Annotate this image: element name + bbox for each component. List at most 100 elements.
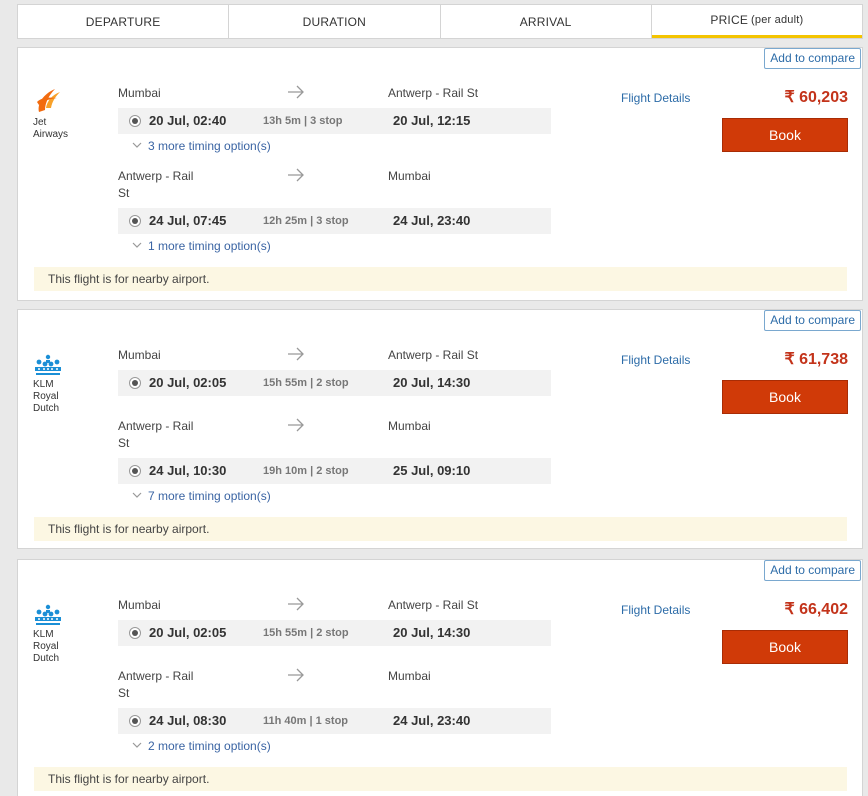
arrival-time: 20 Jul, 12:15 <box>393 113 471 128</box>
inbound-route: Antwerp - Rail St Mumbai <box>118 418 558 450</box>
flight-result-card: Add to compare KLM Royal Dutch Mumbai An… <box>17 559 863 796</box>
airline-name-line: KLM <box>33 379 54 390</box>
book-button[interactable]: Book <box>722 380 848 414</box>
airline-name-line: Royal <box>33 641 59 652</box>
flight-result-card: Add to compare Jet Airways Mumbai Antwer… <box>17 47 863 301</box>
inbound-route: Antwerp - Rail St Mumbai <box>118 168 558 200</box>
nearby-airport-notice: This flight is for nearby airport. <box>34 267 847 291</box>
sort-tab-label: ARRIVAL <box>519 14 572 29</box>
outbound-flight-row[interactable]: 20 Jul, 02:05 15h 55m | 2 stop 20 Jul, 1… <box>118 620 551 646</box>
duration-stops: 12h 25m | 3 stop <box>263 215 349 227</box>
arrow-right-icon <box>288 597 304 611</box>
departure-time: 24 Jul, 07:45 <box>149 213 227 228</box>
nearby-airport-notice: This flight is for nearby airport. <box>34 767 847 791</box>
arrow-right-icon <box>288 168 304 182</box>
outbound-flight-row[interactable]: 20 Jul, 02:40 13h 5m | 3 stop 20 Jul, 12… <box>118 108 551 134</box>
nearby-airport-notice: This flight is for nearby airport. <box>34 517 847 541</box>
jet-airways-logo-icon <box>37 89 60 112</box>
more-timing-options-link[interactable]: 3 more timing option(s) <box>132 139 271 153</box>
sort-tab-label: DEPARTURE <box>85 14 161 29</box>
klm-crown-logo-icon <box>35 354 61 375</box>
destination-city: Mumbai <box>388 419 431 433</box>
chevron-down-icon <box>132 742 142 748</box>
flight-details-link[interactable]: Flight Details <box>621 91 690 105</box>
origin-city: Mumbai <box>118 348 161 362</box>
radio-selected-icon[interactable] <box>129 627 141 639</box>
more-timing-options-label: 1 more timing option(s) <box>148 239 271 253</box>
departure-time: 24 Jul, 10:30 <box>149 463 227 478</box>
duration-stops: 13h 5m | 3 stop <box>263 115 343 127</box>
arrow-right-icon <box>288 668 304 682</box>
klm-crown-logo-icon <box>35 604 61 625</box>
radio-selected-icon[interactable] <box>129 215 141 227</box>
flight-result-card: Add to compare KLM Royal Dutch Mumbai An… <box>17 309 863 549</box>
inbound-flight-row[interactable]: 24 Jul, 08:30 11h 40m | 1 stop 24 Jul, 2… <box>118 708 551 734</box>
sort-tab-arrival[interactable]: ARRIVAL <box>441 5 652 38</box>
chevron-down-icon <box>132 492 142 498</box>
more-timing-options-link[interactable]: 2 more timing option(s) <box>132 739 271 753</box>
arrival-time: 20 Jul, 14:30 <box>393 375 471 390</box>
book-button[interactable]: Book <box>722 630 848 664</box>
arrow-right-icon <box>288 347 304 361</box>
sort-tab-price[interactable]: PRICE (per adult) <box>651 5 862 38</box>
add-to-compare-button[interactable]: Add to compare <box>764 48 861 69</box>
chevron-down-icon <box>132 142 142 148</box>
arrival-time: 24 Jul, 23:40 <box>393 213 471 228</box>
arrow-right-icon <box>288 85 304 99</box>
departure-time: 24 Jul, 08:30 <box>149 713 227 728</box>
origin-city: Antwerp - Rail St <box>118 169 194 200</box>
airline-info: KLM Royal Dutch <box>33 354 93 415</box>
sort-bar: DEPARTURE DURATION ARRIVAL PRICE (per adu… <box>17 4 863 39</box>
price: ₹ 61,738 <box>784 351 848 368</box>
airline-name-line: KLM <box>33 629 54 640</box>
airline-info: KLM Royal Dutch <box>33 604 93 665</box>
departure-time: 20 Jul, 02:05 <box>149 375 227 390</box>
radio-selected-icon[interactable] <box>129 377 141 389</box>
arrival-time: 25 Jul, 09:10 <box>393 463 471 478</box>
sort-tab-label: DURATION <box>302 14 367 29</box>
origin-city: Mumbai <box>118 598 161 612</box>
arrow-right-icon <box>288 418 304 432</box>
destination-city: Mumbai <box>388 669 431 683</box>
arrival-time: 20 Jul, 14:30 <box>393 625 471 640</box>
duration-stops: 11h 40m | 1 stop <box>263 715 349 727</box>
departure-time: 20 Jul, 02:40 <box>149 113 227 128</box>
inbound-flight-row[interactable]: 24 Jul, 07:45 12h 25m | 3 stop 24 Jul, 2… <box>118 208 551 234</box>
price: ₹ 66,402 <box>784 601 848 618</box>
more-timing-options-link[interactable]: 1 more timing option(s) <box>132 239 271 253</box>
airline-name-line: Jet <box>33 117 47 128</box>
destination-city: Antwerp - Rail St <box>388 86 479 100</box>
radio-selected-icon[interactable] <box>129 465 141 477</box>
more-timing-options-label: 3 more timing option(s) <box>148 139 271 153</box>
book-button[interactable]: Book <box>722 118 848 152</box>
destination-city: Antwerp - Rail St <box>388 598 479 612</box>
sort-tab-departure[interactable]: DEPARTURE <box>18 5 230 38</box>
sort-tab-duration[interactable]: DURATION <box>229 5 441 38</box>
radio-selected-icon[interactable] <box>129 115 141 127</box>
more-timing-options-link[interactable]: 7 more timing option(s) <box>132 489 271 503</box>
outbound-flight-row[interactable]: 20 Jul, 02:05 15h 55m | 2 stop 20 Jul, 1… <box>118 370 551 396</box>
flight-details-link[interactable]: Flight Details <box>621 603 690 617</box>
destination-city: Mumbai <box>388 169 431 183</box>
sort-tab-label: PRICE <box>710 13 749 27</box>
price: ₹ 60,203 <box>784 89 848 106</box>
more-timing-options-label: 7 more timing option(s) <box>148 489 271 503</box>
radio-selected-icon[interactable] <box>129 715 141 727</box>
arrival-time: 24 Jul, 23:40 <box>393 713 471 728</box>
add-to-compare-button[interactable]: Add to compare <box>764 310 861 331</box>
inbound-route: Antwerp - Rail St Mumbai <box>118 668 558 700</box>
origin-city: Antwerp - Rail St <box>118 669 194 700</box>
flight-details-link[interactable]: Flight Details <box>621 353 690 367</box>
destination-city: Antwerp - Rail St <box>388 348 479 362</box>
add-to-compare-button[interactable]: Add to compare <box>764 560 861 581</box>
origin-city: Antwerp - Rail St <box>118 419 194 450</box>
inbound-flight-row[interactable]: 24 Jul, 10:30 19h 10m | 2 stop 25 Jul, 0… <box>118 458 551 484</box>
chevron-down-icon <box>132 242 142 248</box>
airline-name-line: Royal <box>33 391 59 402</box>
duration-stops: 15h 55m | 2 stop <box>263 627 349 639</box>
more-timing-options-label: 2 more timing option(s) <box>148 739 271 753</box>
airline-name-line: Dutch <box>33 403 60 414</box>
airline-name-line: Airways <box>33 129 69 140</box>
origin-city: Mumbai <box>118 86 161 100</box>
airline-name-line: Dutch <box>33 653 60 664</box>
